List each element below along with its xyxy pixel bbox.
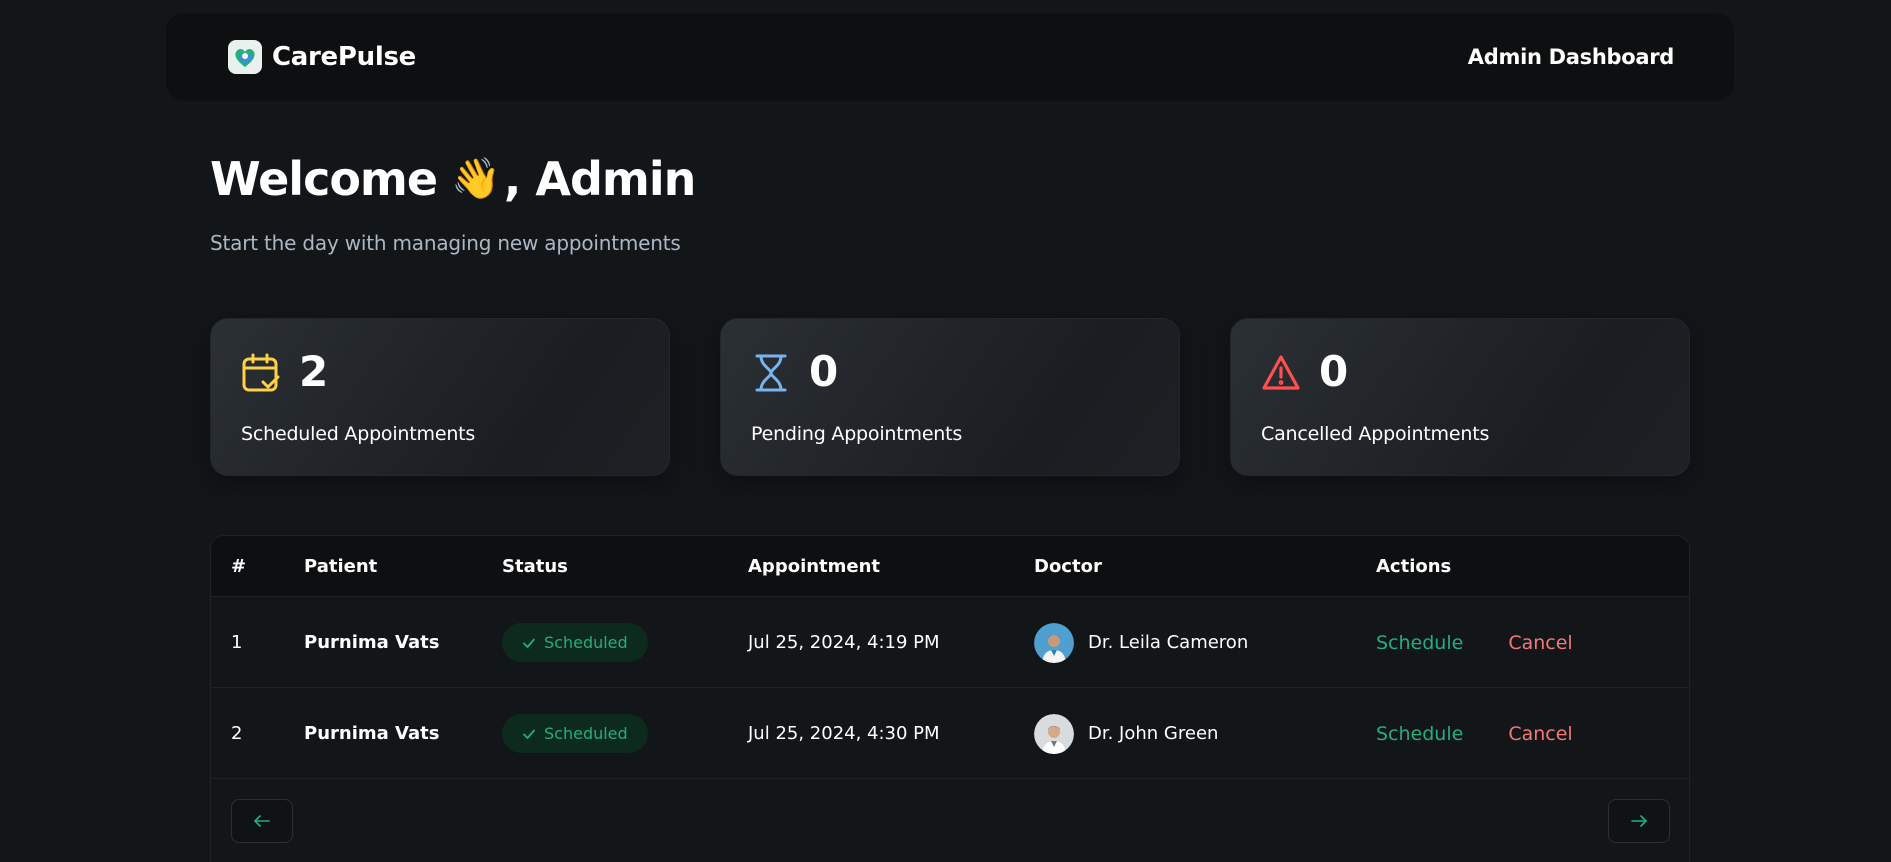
appointments-table: # Patient Status Appointment Doctor Acti… — [210, 535, 1690, 862]
status-label: Scheduled — [544, 633, 628, 652]
carepulse-logo-icon — [228, 40, 262, 74]
hourglass-icon — [751, 352, 791, 394]
status-cell: Scheduled — [502, 597, 648, 688]
actions-cell: Schedule Cancel — [1376, 597, 1573, 688]
welcome-subtitle: Start the day with managing new appointm… — [210, 231, 681, 255]
schedule-button[interactable]: Schedule — [1376, 723, 1463, 745]
status-cell: Scheduled — [502, 688, 648, 779]
schedule-button[interactable]: Schedule — [1376, 632, 1463, 654]
table-row: 2 Purnima Vats Scheduled Jul 25, 2024, 4… — [211, 688, 1689, 779]
column-header-patient: Patient — [304, 556, 378, 577]
row-number: 1 — [231, 632, 243, 653]
stat-count: 2 — [299, 347, 329, 396]
previous-page-button[interactable] — [231, 799, 293, 843]
column-header-appointment: Appointment — [748, 556, 881, 577]
welcome-prefix: Welcome — [210, 152, 438, 206]
stat-card-scheduled: 2 Scheduled Appointments — [210, 318, 670, 476]
top-header: CarePulse Admin Dashboard — [166, 13, 1734, 101]
row-number: 2 — [231, 723, 243, 744]
stat-count: 0 — [809, 347, 839, 396]
check-icon — [523, 729, 535, 739]
next-page-button[interactable] — [1608, 799, 1670, 843]
doctor-name: Dr. John Green — [1088, 723, 1219, 744]
actions-cell: Schedule Cancel — [1376, 688, 1573, 779]
appointment-date: Jul 25, 2024, 4:30 PM — [748, 723, 940, 744]
welcome-suffix: , Admin — [503, 152, 696, 206]
welcome-heading: Welcome 👋 , Admin — [210, 152, 696, 206]
stat-card-cancelled: 0 Cancelled Appointments — [1230, 318, 1690, 476]
check-icon — [523, 638, 535, 648]
status-label: Scheduled — [544, 724, 628, 743]
stat-label: Pending Appointments — [751, 423, 963, 445]
doctor-cell: Dr. Leila Cameron — [1034, 597, 1248, 688]
status-badge: Scheduled — [502, 714, 648, 753]
doctor-avatar — [1034, 622, 1074, 663]
status-badge: Scheduled — [502, 623, 648, 662]
brand-logo-link[interactable]: CarePulse — [228, 40, 416, 74]
admin-dashboard-page: CarePulse Admin Dashboard Welcome 👋 , Ad… — [0, 0, 1891, 862]
column-header-doctor: Doctor — [1034, 556, 1102, 577]
waving-hand-icon: 👋 — [451, 156, 501, 202]
cancel-button[interactable]: Cancel — [1508, 632, 1572, 654]
column-header-status: Status — [502, 556, 568, 577]
page-title: Admin Dashboard — [1467, 45, 1675, 69]
column-header-number: # — [231, 556, 247, 577]
arrow-left-icon — [254, 815, 270, 827]
stat-label: Scheduled Appointments — [241, 423, 476, 445]
patient-name: Purnima Vats — [304, 632, 440, 653]
stat-label: Cancelled Appointments — [1261, 423, 1490, 445]
doctor-name: Dr. Leila Cameron — [1088, 632, 1249, 653]
appointment-date: Jul 25, 2024, 4:19 PM — [748, 632, 940, 653]
doctor-avatar — [1034, 713, 1074, 754]
table-header: # Patient Status Appointment Doctor Acti… — [211, 536, 1689, 597]
stat-card-pending: 0 Pending Appointments — [720, 318, 1180, 476]
stat-count: 0 — [1319, 347, 1349, 396]
arrow-right-icon — [1631, 815, 1647, 827]
column-header-actions: Actions — [1376, 556, 1452, 577]
patient-name: Purnima Vats — [304, 723, 440, 744]
calendar-check-icon — [241, 352, 281, 394]
cancel-button[interactable]: Cancel — [1508, 723, 1572, 745]
doctor-cell: Dr. John Green — [1034, 688, 1218, 779]
alert-triangle-icon — [1261, 352, 1301, 394]
table-row: 1 Purnima Vats Scheduled Jul 25, 2024, 4… — [211, 597, 1689, 688]
brand-name: CarePulse — [272, 42, 416, 72]
